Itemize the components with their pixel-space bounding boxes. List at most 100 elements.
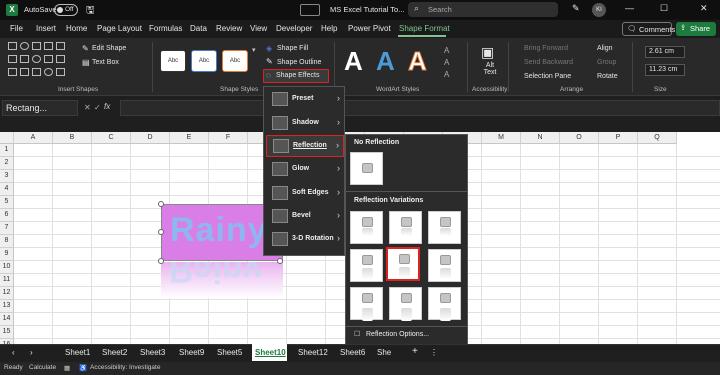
shape-effects-button[interactable]: ◌ Shape Effects: [263, 69, 329, 83]
row-header[interactable]: 8: [0, 235, 14, 248]
sheet-tab[interactable]: Sheet9: [179, 348, 204, 357]
shapes-gallery[interactable]: [8, 42, 76, 80]
sheet-tab[interactable]: Sheet6: [340, 348, 365, 357]
shape-height-field[interactable]: 2.61 cm: [645, 46, 685, 58]
column-header[interactable]: C: [92, 132, 131, 144]
column-header[interactable]: F: [209, 132, 248, 144]
bring-forward-button[interactable]: Bring Forward: [524, 45, 568, 52]
wordart-style-2[interactable]: A: [376, 46, 395, 77]
prev-sheet-icon[interactable]: ‹: [12, 348, 15, 357]
text-outline-icon[interactable]: A: [444, 58, 449, 67]
shape-outline-button[interactable]: Shape Outline: [277, 59, 321, 66]
selection-pane-button[interactable]: Selection Pane: [524, 73, 571, 80]
reflection-variation[interactable]: [350, 287, 383, 321]
row-header[interactable]: 3: [0, 170, 14, 183]
edit-shape-button[interactable]: Edit Shape: [92, 45, 126, 52]
add-sheet-icon[interactable]: +: [412, 346, 418, 357]
tab-developer[interactable]: Developer: [276, 24, 312, 33]
row-header[interactable]: 14: [0, 313, 14, 326]
sheet-tab[interactable]: She: [377, 348, 391, 357]
resize-handle[interactable]: [158, 258, 164, 264]
row-header[interactable]: 6: [0, 209, 14, 222]
sheet-tab[interactable]: Sheet12: [298, 348, 328, 357]
tab-help[interactable]: Help: [321, 24, 337, 33]
row-header[interactable]: 2: [0, 157, 14, 170]
search-box[interactable]: ⌕ Search: [408, 2, 558, 17]
sheet-options-icon[interactable]: ⋮: [430, 348, 438, 357]
tab-view[interactable]: View: [250, 24, 267, 33]
reflection-variation[interactable]: [428, 287, 461, 321]
save-icon[interactable]: 🖫: [86, 3, 95, 20]
autosave-toggle[interactable]: Off: [54, 4, 78, 16]
row-header[interactable]: 7: [0, 222, 14, 235]
no-reflection-option[interactable]: [350, 152, 383, 185]
gallery-more-icon[interactable]: ▾: [252, 46, 256, 54]
menu-item-glow[interactable]: Glow ›: [264, 159, 344, 181]
active-sheet-tab[interactable]: Sheet10: [252, 344, 287, 361]
shape-style-2[interactable]: Abc: [191, 50, 217, 72]
text-fill-icon[interactable]: A: [444, 46, 449, 55]
alt-text-button[interactable]: Alt Text: [482, 62, 498, 76]
column-header[interactable]: M: [482, 132, 521, 144]
column-header[interactable]: O: [560, 132, 599, 144]
reflection-variation-selected[interactable]: [386, 247, 420, 281]
align-button[interactable]: Align: [597, 45, 613, 52]
tab-review[interactable]: Review: [216, 24, 242, 33]
menu-item-preset[interactable]: Preset ›: [264, 89, 344, 111]
column-header[interactable]: Q: [638, 132, 677, 144]
reflection-options-link[interactable]: Reflection Options...: [366, 331, 429, 338]
wordart-style-3[interactable]: A: [408, 46, 428, 77]
menu-item-reflection[interactable]: Reflection ›: [266, 135, 344, 157]
menu-item-3d-rotation[interactable]: 3-D Rotation ›: [264, 229, 344, 251]
tab-page-layout[interactable]: Page Layout: [97, 24, 142, 33]
tab-formulas[interactable]: Formulas: [149, 24, 182, 33]
sheet-tab[interactable]: Sheet2: [102, 348, 127, 357]
tab-data[interactable]: Data: [190, 24, 207, 33]
sheet-tab[interactable]: Sheet5: [217, 348, 242, 357]
tab-power-pivot[interactable]: Power Pivot: [348, 24, 391, 33]
cancel-icon[interactable]: ✕: [84, 103, 91, 112]
wordart-style-1[interactable]: A: [344, 46, 363, 77]
column-header[interactable]: E: [170, 132, 209, 144]
row-header[interactable]: 10: [0, 261, 14, 274]
reflection-variation[interactable]: [428, 211, 461, 244]
shape-style-3[interactable]: Abc: [222, 50, 248, 72]
next-sheet-icon[interactable]: ›: [30, 348, 33, 357]
row-header[interactable]: 1: [0, 144, 14, 157]
menu-item-soft-edges[interactable]: Soft Edges ›: [264, 183, 344, 205]
shape-fill-button[interactable]: Shape Fill: [277, 45, 308, 52]
tab-shape-format[interactable]: Shape Format: [399, 24, 450, 33]
minimize-icon[interactable]: —: [625, 3, 634, 13]
send-backward-button[interactable]: Send Backward: [524, 59, 573, 66]
reflection-variation[interactable]: [350, 211, 383, 244]
reflection-variation[interactable]: [389, 287, 422, 321]
reflection-variation[interactable]: [389, 211, 422, 244]
status-calculate[interactable]: Calculate: [29, 364, 56, 371]
group-button[interactable]: Group: [597, 59, 616, 66]
column-header[interactable]: B: [53, 132, 92, 144]
sheet-tab[interactable]: Sheet3: [140, 348, 165, 357]
reflection-variation[interactable]: [350, 249, 383, 282]
column-header[interactable]: D: [131, 132, 170, 144]
row-header[interactable]: 13: [0, 300, 14, 313]
column-header[interactable]: N: [521, 132, 560, 144]
pen-icon[interactable]: ✎: [572, 3, 580, 14]
text-effects-icon[interactable]: A: [444, 70, 449, 79]
row-header[interactable]: 9: [0, 248, 14, 261]
formula-input[interactable]: [120, 100, 720, 116]
comments-button[interactable]: 🗨 Comments: [622, 22, 675, 36]
share-button[interactable]: ⇪ Share: [676, 22, 716, 36]
column-header[interactable]: A: [14, 132, 53, 144]
accessibility-status[interactable]: Accessibility: Investigate: [90, 364, 160, 371]
row-header[interactable]: 15: [0, 326, 14, 339]
shape-style-1[interactable]: Abc: [160, 50, 186, 72]
tab-home[interactable]: Home: [66, 24, 87, 33]
menu-item-bevel[interactable]: Bevel ›: [264, 206, 344, 228]
name-box[interactable]: Rectang...: [2, 100, 78, 116]
resize-handle[interactable]: [158, 229, 164, 235]
text-box-button[interactable]: Text Box: [92, 59, 119, 66]
row-header[interactable]: 11: [0, 274, 14, 287]
row-header[interactable]: 12: [0, 287, 14, 300]
row-header[interactable]: 5: [0, 196, 14, 209]
rotate-button[interactable]: Rotate: [597, 73, 618, 80]
